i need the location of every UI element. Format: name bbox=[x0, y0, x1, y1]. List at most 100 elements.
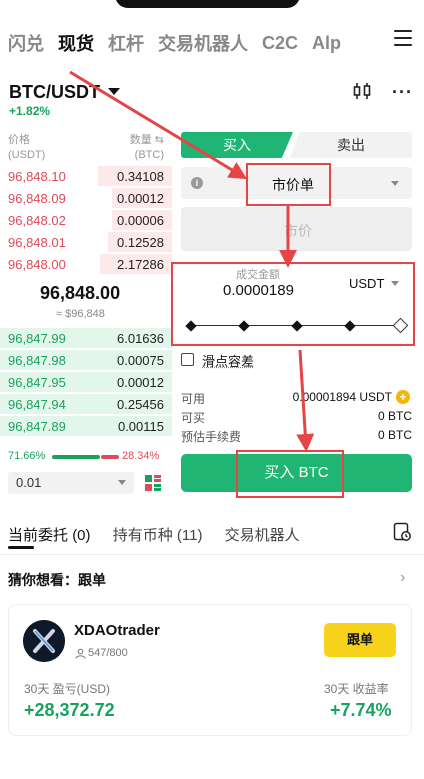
status-pill bbox=[115, 0, 300, 8]
x-logo-icon bbox=[23, 620, 65, 662]
buy-sell-tabs: 买入 卖出 bbox=[181, 132, 412, 158]
price-change: +1.82% bbox=[9, 104, 51, 118]
follow-button[interactable]: 跟单 bbox=[324, 623, 396, 657]
price-placeholder: 市价 bbox=[284, 223, 312, 239]
ask-price: 96,848.00 bbox=[8, 257, 66, 272]
active-tab-indicator bbox=[8, 546, 34, 549]
avatar bbox=[23, 620, 65, 662]
tab-holdings-label: 持有币种 bbox=[112, 527, 173, 544]
slippage-checkbox[interactable] bbox=[181, 353, 194, 366]
ask-row[interactable]: 96,848.02 0.00006 bbox=[0, 210, 172, 232]
top-nav: 闪兑 现货 杠杆 交易机器人 C2C Alp bbox=[0, 26, 424, 60]
tab-margin[interactable]: 杠杆 bbox=[108, 30, 144, 56]
bid-price: 96,847.94 bbox=[8, 397, 66, 412]
buy-ratio: 71.66% bbox=[8, 450, 46, 462]
divider bbox=[0, 554, 424, 555]
tab-alpha[interactable]: Alp bbox=[312, 33, 341, 54]
tab-holdings-count: (11) bbox=[176, 527, 203, 544]
roi-value: +7.74% bbox=[330, 700, 392, 720]
last-price-usd: ≈ $96,848 bbox=[56, 308, 105, 320]
bid-price: 96,847.89 bbox=[8, 419, 66, 434]
buy-ratio-bar bbox=[52, 455, 100, 459]
roi-label: 30天 收益率 bbox=[324, 682, 389, 696]
chevron-right-icon[interactable]: › bbox=[400, 569, 405, 587]
ask-price: 96,848.01 bbox=[8, 235, 66, 250]
bid-qty: 0.00075 bbox=[117, 353, 164, 368]
bid-row[interactable]: 96,847.98 0.00075 bbox=[0, 350, 172, 372]
caret-down-icon bbox=[391, 181, 399, 186]
available-value: 0.00001894 USDT bbox=[292, 390, 392, 404]
pnl-label: 30天 盈亏(USD) bbox=[24, 682, 111, 696]
orders-tabs: 当前委托 (0) 持有币种 (11) 交易机器人 bbox=[8, 524, 318, 545]
tab-spot[interactable]: 现货 bbox=[58, 30, 94, 56]
ask-price: 96,848.02 bbox=[8, 213, 66, 228]
price-header-unit: (USDT) bbox=[8, 149, 46, 161]
depth-select[interactable]: 0.01 bbox=[8, 472, 134, 494]
price-header: 价格 (USDT) bbox=[8, 133, 45, 163]
fee-label: 预估手续费 bbox=[181, 430, 242, 444]
ask-price: 96,848.09 bbox=[8, 191, 66, 206]
ask-qty: 0.12528 bbox=[117, 235, 164, 250]
swap-icon[interactable]: ⇆ bbox=[155, 134, 164, 146]
ask-qty: 2.17286 bbox=[117, 257, 164, 272]
followers-icon bbox=[75, 648, 86, 659]
tab-open-orders[interactable]: 当前委托 (0) bbox=[8, 527, 91, 544]
tab-bots[interactable]: 交易机器人 bbox=[225, 527, 300, 544]
ask-qty: 0.34108 bbox=[117, 169, 164, 184]
hamburger-icon[interactable] bbox=[394, 30, 412, 46]
price-header-label: 价格 bbox=[8, 134, 30, 146]
qty-header[interactable]: 数量 ⇆ (BTC) bbox=[122, 133, 164, 163]
fee-value: 0 BTC bbox=[377, 428, 412, 442]
tab-sell[interactable]: 卖出 bbox=[290, 132, 412, 158]
ask-price: 96,848.10 bbox=[8, 169, 66, 184]
depth-value: 0.01 bbox=[16, 475, 42, 490]
caret-down-icon[interactable] bbox=[108, 88, 120, 95]
ask-row[interactable]: 96,848.09 0.00012 bbox=[0, 188, 172, 210]
followers-count: 547/800 bbox=[88, 647, 128, 659]
highlight-amount bbox=[171, 262, 415, 346]
slippage-label[interactable]: 滑点容差 bbox=[202, 351, 254, 370]
ask-row[interactable]: 96,848.01 0.12528 bbox=[0, 232, 172, 254]
order-history-icon[interactable] bbox=[393, 522, 411, 542]
tab-flash-swap[interactable]: 闪兑 bbox=[8, 30, 44, 56]
tab-trading-bot[interactable]: 交易机器人 bbox=[158, 30, 248, 56]
pnl-value: +28,372.72 bbox=[24, 700, 115, 720]
tab-buy[interactable]: 买入 bbox=[181, 132, 293, 158]
qty-header-label: 数量 bbox=[129, 134, 152, 146]
tab-c2c[interactable]: C2C bbox=[262, 33, 298, 54]
bid-price: 96,847.98 bbox=[8, 353, 66, 368]
qty-header-unit: (BTC) bbox=[134, 149, 164, 161]
ask-row[interactable]: 96,848.10 0.34108 bbox=[0, 166, 172, 188]
highlight-order-type bbox=[246, 163, 331, 206]
pair-selector[interactable]: BTC/USDT bbox=[9, 82, 100, 103]
more-icon[interactable]: ··· bbox=[392, 82, 413, 103]
orderbook-layout-icon[interactable] bbox=[143, 473, 163, 493]
recommend-label: 猜你想看：跟单 bbox=[8, 572, 106, 588]
bid-qty: 0.00012 bbox=[117, 375, 164, 390]
last-price: 96,848.00 bbox=[40, 283, 121, 303]
bid-row[interactable]: 96,847.94 0.25456 bbox=[0, 394, 172, 416]
bid-price: 96,847.95 bbox=[8, 375, 66, 390]
bid-qty: 0.00115 bbox=[117, 419, 164, 434]
tab-open-orders-count: (0) bbox=[72, 527, 91, 544]
ask-row[interactable]: 96,848.00 2.17286 bbox=[0, 254, 172, 276]
trader-name[interactable]: XDAOtrader bbox=[74, 622, 160, 639]
can-buy-label: 可买 bbox=[181, 411, 206, 425]
sell-ratio: 28.34% bbox=[122, 450, 160, 462]
deposit-plus-icon[interactable]: + bbox=[396, 390, 410, 404]
highlight-buy-button bbox=[236, 450, 344, 498]
bid-qty: 0.25456 bbox=[117, 397, 164, 412]
tab-holdings[interactable]: 持有币种 (11) bbox=[113, 527, 203, 544]
bid-price: 96,847.99 bbox=[8, 331, 66, 346]
bid-row[interactable]: 96,847.99 6.01636 bbox=[0, 328, 172, 350]
available-label: 可用 bbox=[181, 392, 206, 406]
ask-qty: 0.00006 bbox=[117, 213, 164, 228]
bid-row[interactable]: 96,847.89 0.00115 bbox=[0, 416, 172, 438]
caret-down-icon bbox=[118, 480, 126, 485]
ask-qty: 0.00012 bbox=[117, 191, 164, 206]
info-icon[interactable]: i bbox=[191, 177, 203, 189]
candlestick-icon[interactable] bbox=[352, 82, 372, 100]
bid-row[interactable]: 96,847.95 0.00012 bbox=[0, 372, 172, 394]
tab-open-orders-label: 当前委托 bbox=[8, 527, 69, 544]
bid-qty: 6.01636 bbox=[117, 331, 164, 346]
